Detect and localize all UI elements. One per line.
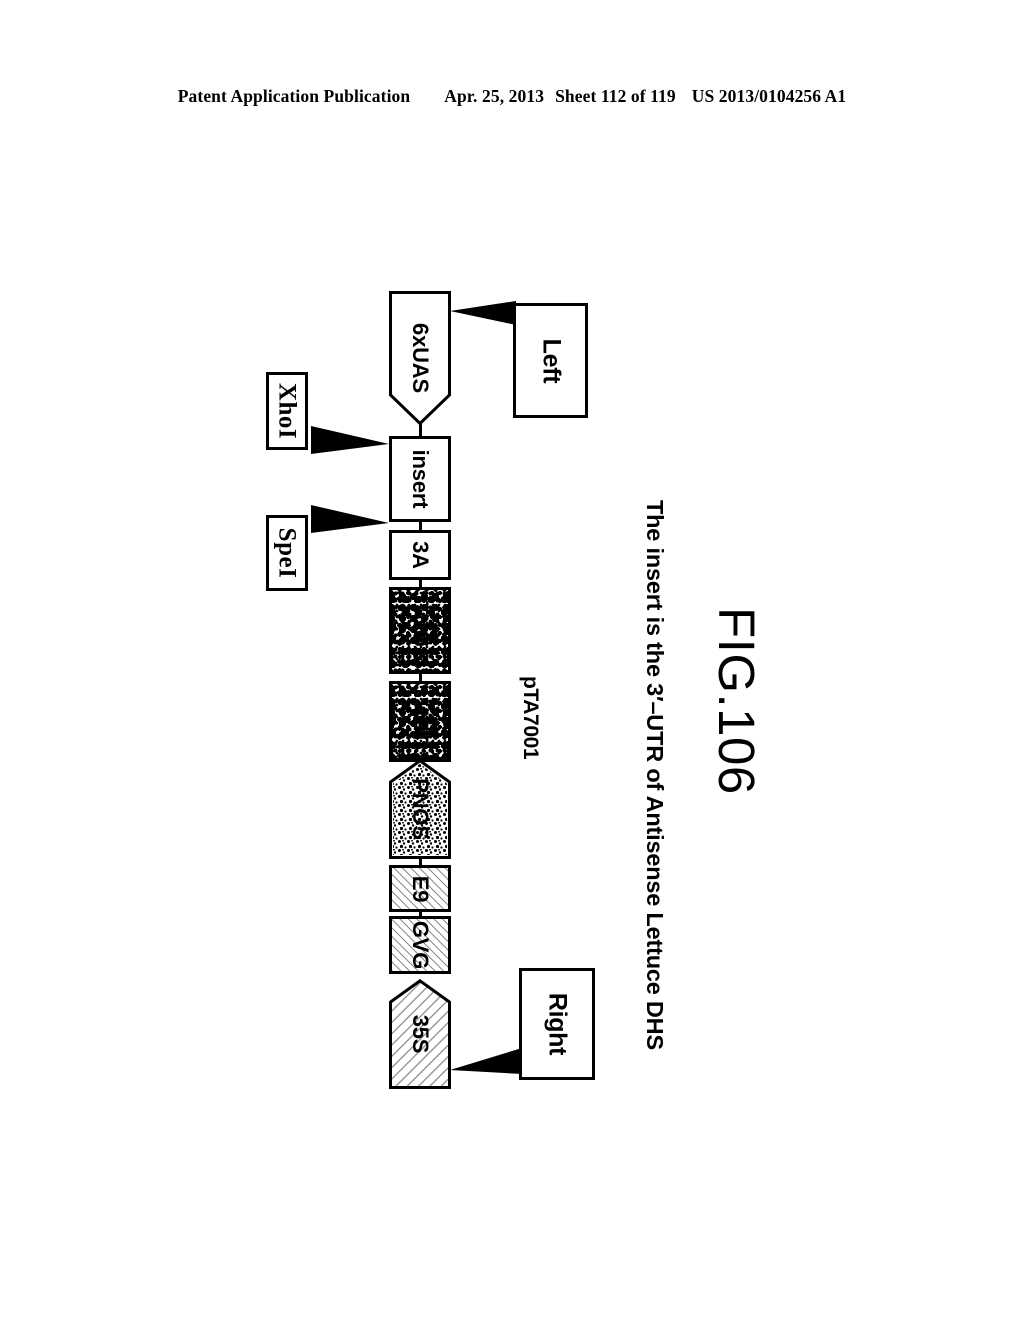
map-element-label: GVG xyxy=(408,920,433,970)
map-element-hpt: HPT xyxy=(389,681,451,762)
map-element-insert: insert xyxy=(389,436,451,522)
map-element-label: 3A xyxy=(408,541,433,569)
callout-label: Left xyxy=(537,338,565,383)
map-element-tnos: TNOS xyxy=(389,587,451,674)
figure-note: The insert is the 3′–UTR of Antisense Le… xyxy=(642,500,668,1050)
callout-label: SpeI xyxy=(273,527,301,579)
map-element-6xuas: 6xUAS xyxy=(389,291,451,425)
map-element-label: 35S xyxy=(408,1014,433,1054)
map-element-label: TNOS xyxy=(408,600,433,661)
map-element-label: E9 xyxy=(408,875,433,902)
pointer-spei-site xyxy=(311,503,389,535)
callout-spei-site: SpeI xyxy=(266,515,308,591)
map-element-label: 6xUAS xyxy=(408,323,433,393)
plasmid-map-figure: 6xUAS insert 3A TNOS HPT PNOS E9 GVG 35S… xyxy=(0,0,1024,1320)
map-element-e9: E9 xyxy=(389,865,451,912)
plasmid-name-label: pTA7001 xyxy=(519,676,542,760)
map-element-35s: 35S xyxy=(389,979,451,1089)
callout-right-border: Right xyxy=(519,968,595,1080)
pointer-left-border xyxy=(450,299,516,325)
callout-label: Right xyxy=(543,992,572,1056)
map-element-pnos: PNOS xyxy=(389,759,451,859)
map-element-gvg: GVG xyxy=(389,916,451,974)
map-element-label: insert xyxy=(408,449,433,509)
map-element-label: PNOS xyxy=(408,778,433,840)
callout-left-border: Left xyxy=(513,303,588,418)
figure-number-label: FIG.106 xyxy=(708,607,765,795)
pointer-right-border xyxy=(450,1044,522,1074)
callout-xhoi-site: XhoI xyxy=(266,372,308,450)
pointer-xhoi-site xyxy=(311,424,389,456)
callout-label: XhoI xyxy=(273,382,301,440)
map-element-label: HPT xyxy=(408,699,433,744)
map-element-3a: 3A xyxy=(389,530,451,580)
